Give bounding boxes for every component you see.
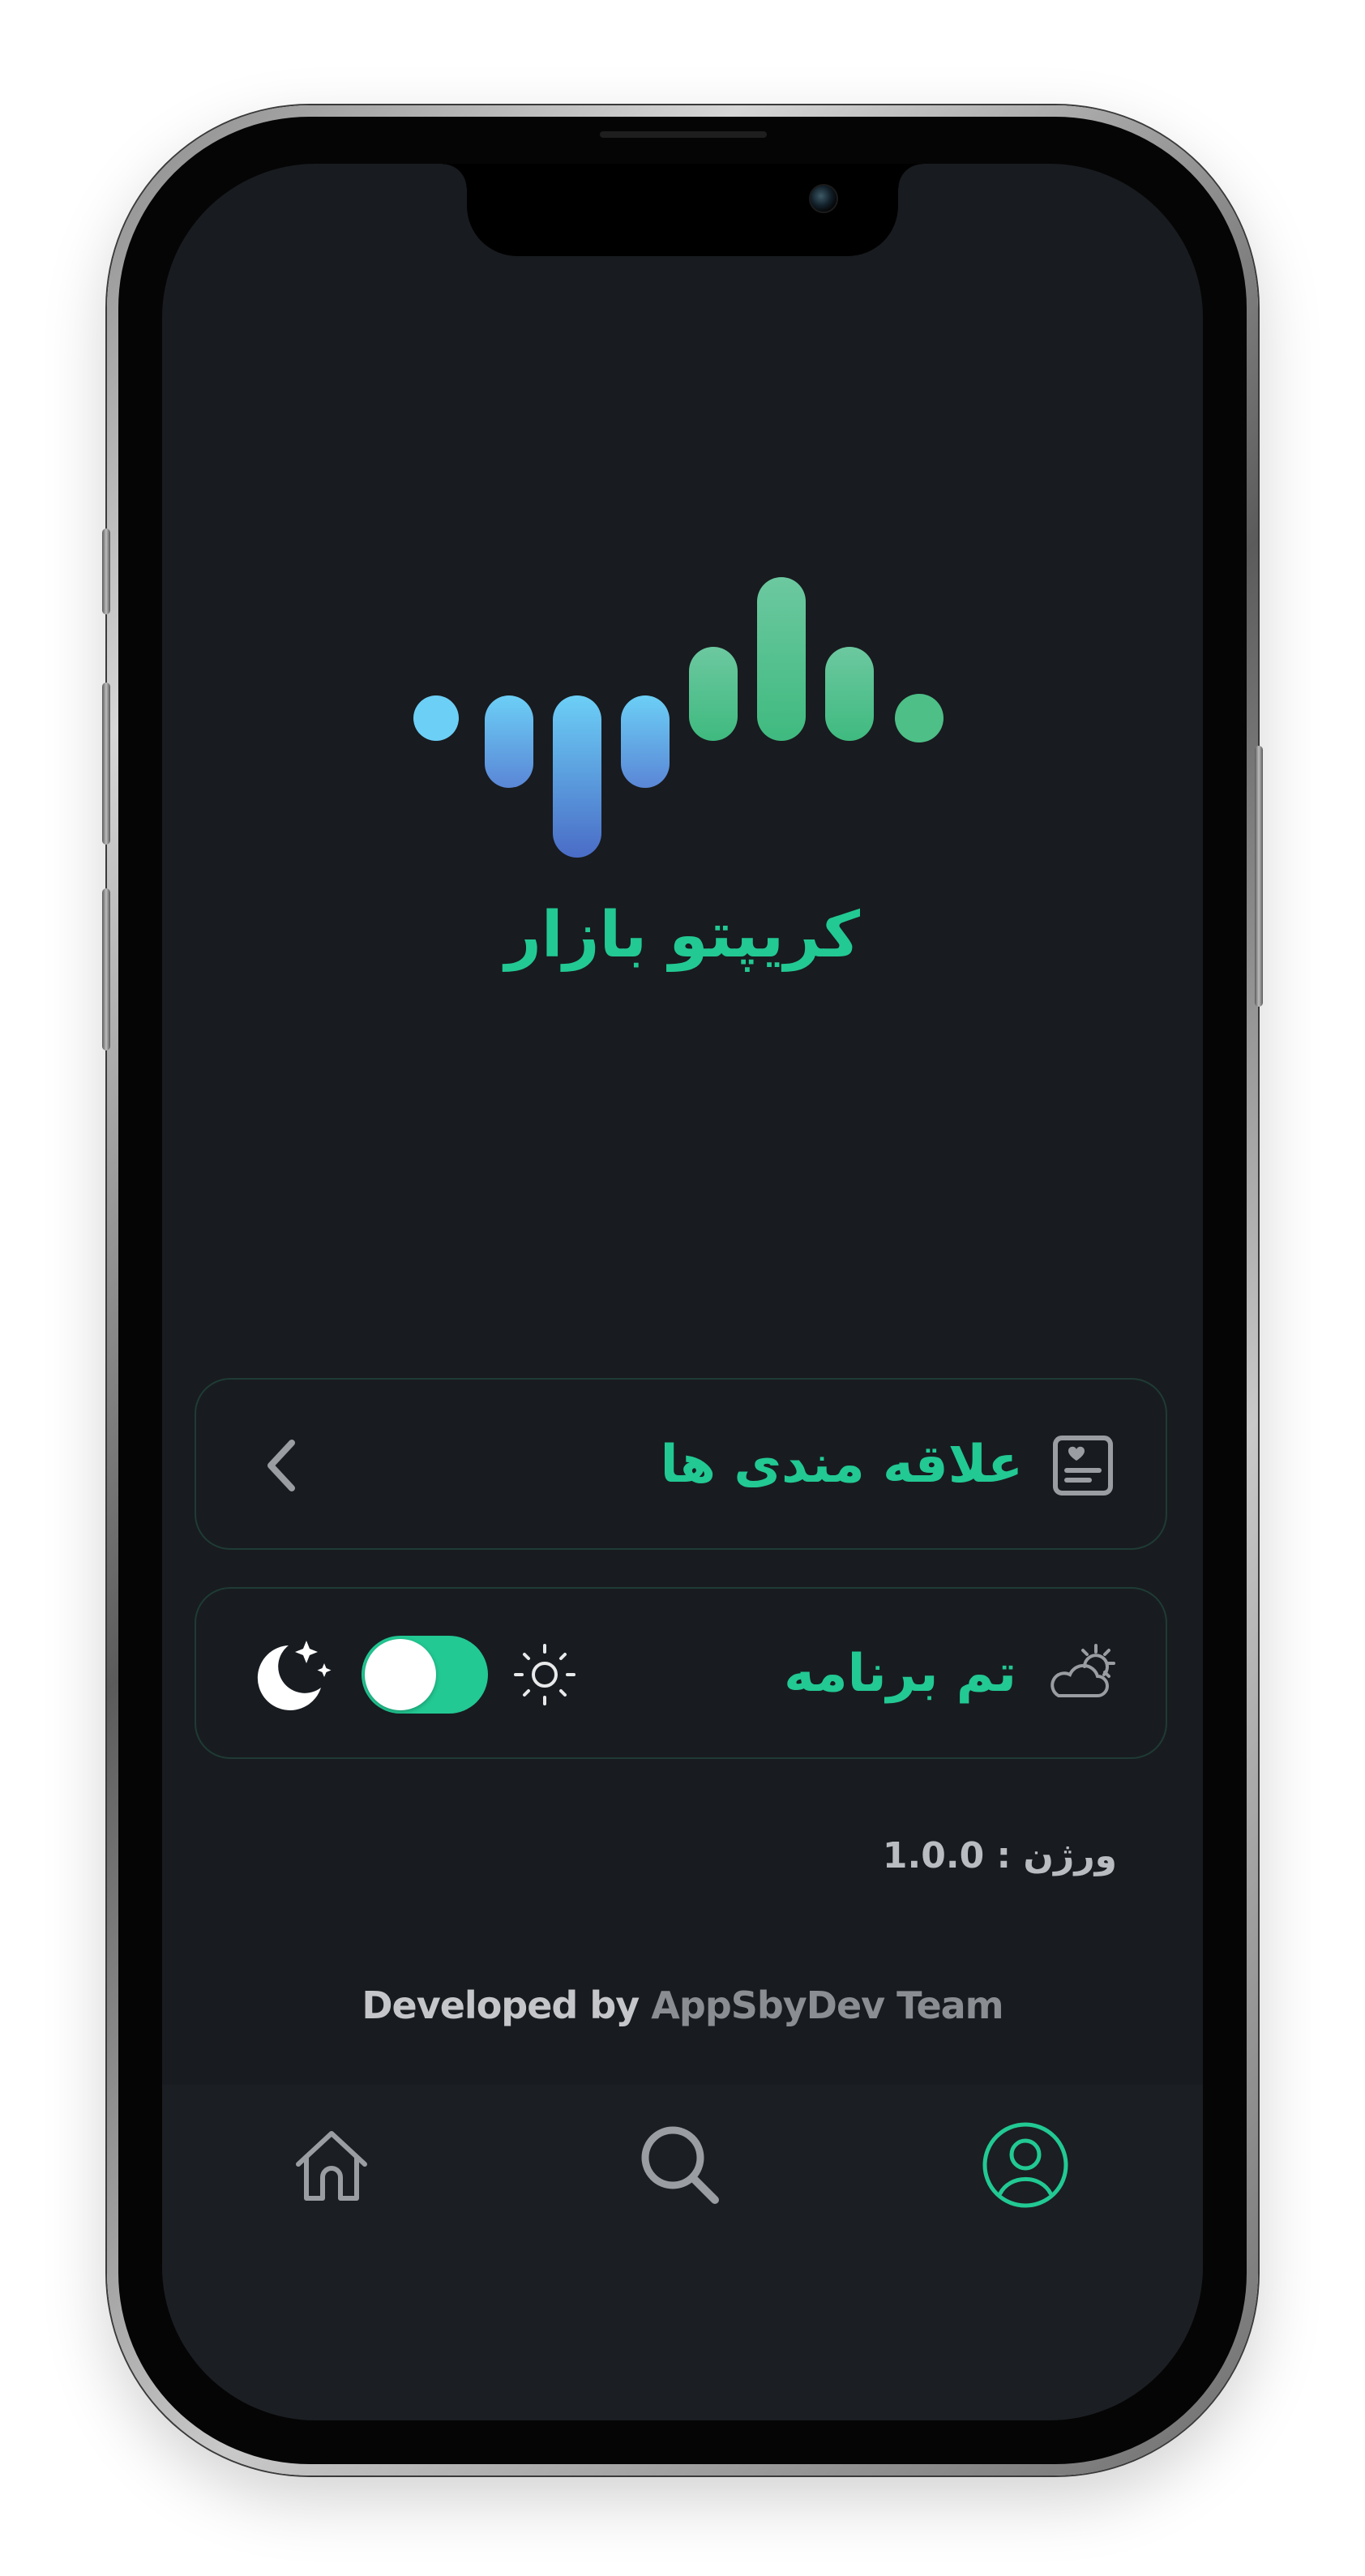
- volume-down-button: [102, 888, 110, 1051]
- nav-search-button[interactable]: [635, 2120, 725, 2210]
- favorites-list-icon: [1050, 1433, 1115, 1498]
- weather-icon: [1042, 1642, 1120, 1707]
- volume-up-button: [102, 683, 110, 845]
- front-camera: [809, 184, 838, 213]
- toggle-knob: [365, 1639, 436, 1710]
- earpiece-speaker: [600, 131, 767, 138]
- home-icon: [296, 2131, 367, 2201]
- theme-row: تم برنامه: [195, 1587, 1167, 1759]
- developer-credit: Developed by AppSbyDev Team: [162, 1979, 1203, 2031]
- app-screen: کریپتو بازار علاقه مندی ها تم برنامه ورژ…: [162, 164, 1203, 2420]
- nav-profile-button[interactable]: [981, 2120, 1070, 2210]
- nav-home-button[interactable]: [287, 2120, 376, 2210]
- mute-switch: [102, 528, 110, 614]
- bottom-navigation: [162, 2085, 1203, 2420]
- profile-icon: [982, 2122, 1068, 2208]
- favorites-row[interactable]: علاقه مندی ها: [195, 1378, 1167, 1550]
- equalizer-bars-logo: [413, 577, 944, 858]
- app-version: ورژن : 1.0.0: [882, 1835, 1117, 1876]
- developer-credit-prefix: Developed by: [362, 1983, 652, 2027]
- favorites-label: علاقه مندی ها: [660, 1435, 1023, 1495]
- sun-icon: [511, 1641, 579, 1709]
- theme-toggle[interactable]: [362, 1636, 488, 1714]
- power-button: [1255, 746, 1263, 1007]
- notch: [443, 164, 922, 256]
- search-icon: [641, 2126, 719, 2204]
- brand-name: کریپتو بازار: [504, 899, 861, 972]
- developer-team-name: AppSbyDev Team: [651, 1983, 1003, 2027]
- moon-stars-icon: [253, 1636, 337, 1714]
- theme-label: تم برنامه: [784, 1644, 1016, 1704]
- chevron-left-icon: [258, 1436, 306, 1495]
- app-logo: [413, 577, 952, 877]
